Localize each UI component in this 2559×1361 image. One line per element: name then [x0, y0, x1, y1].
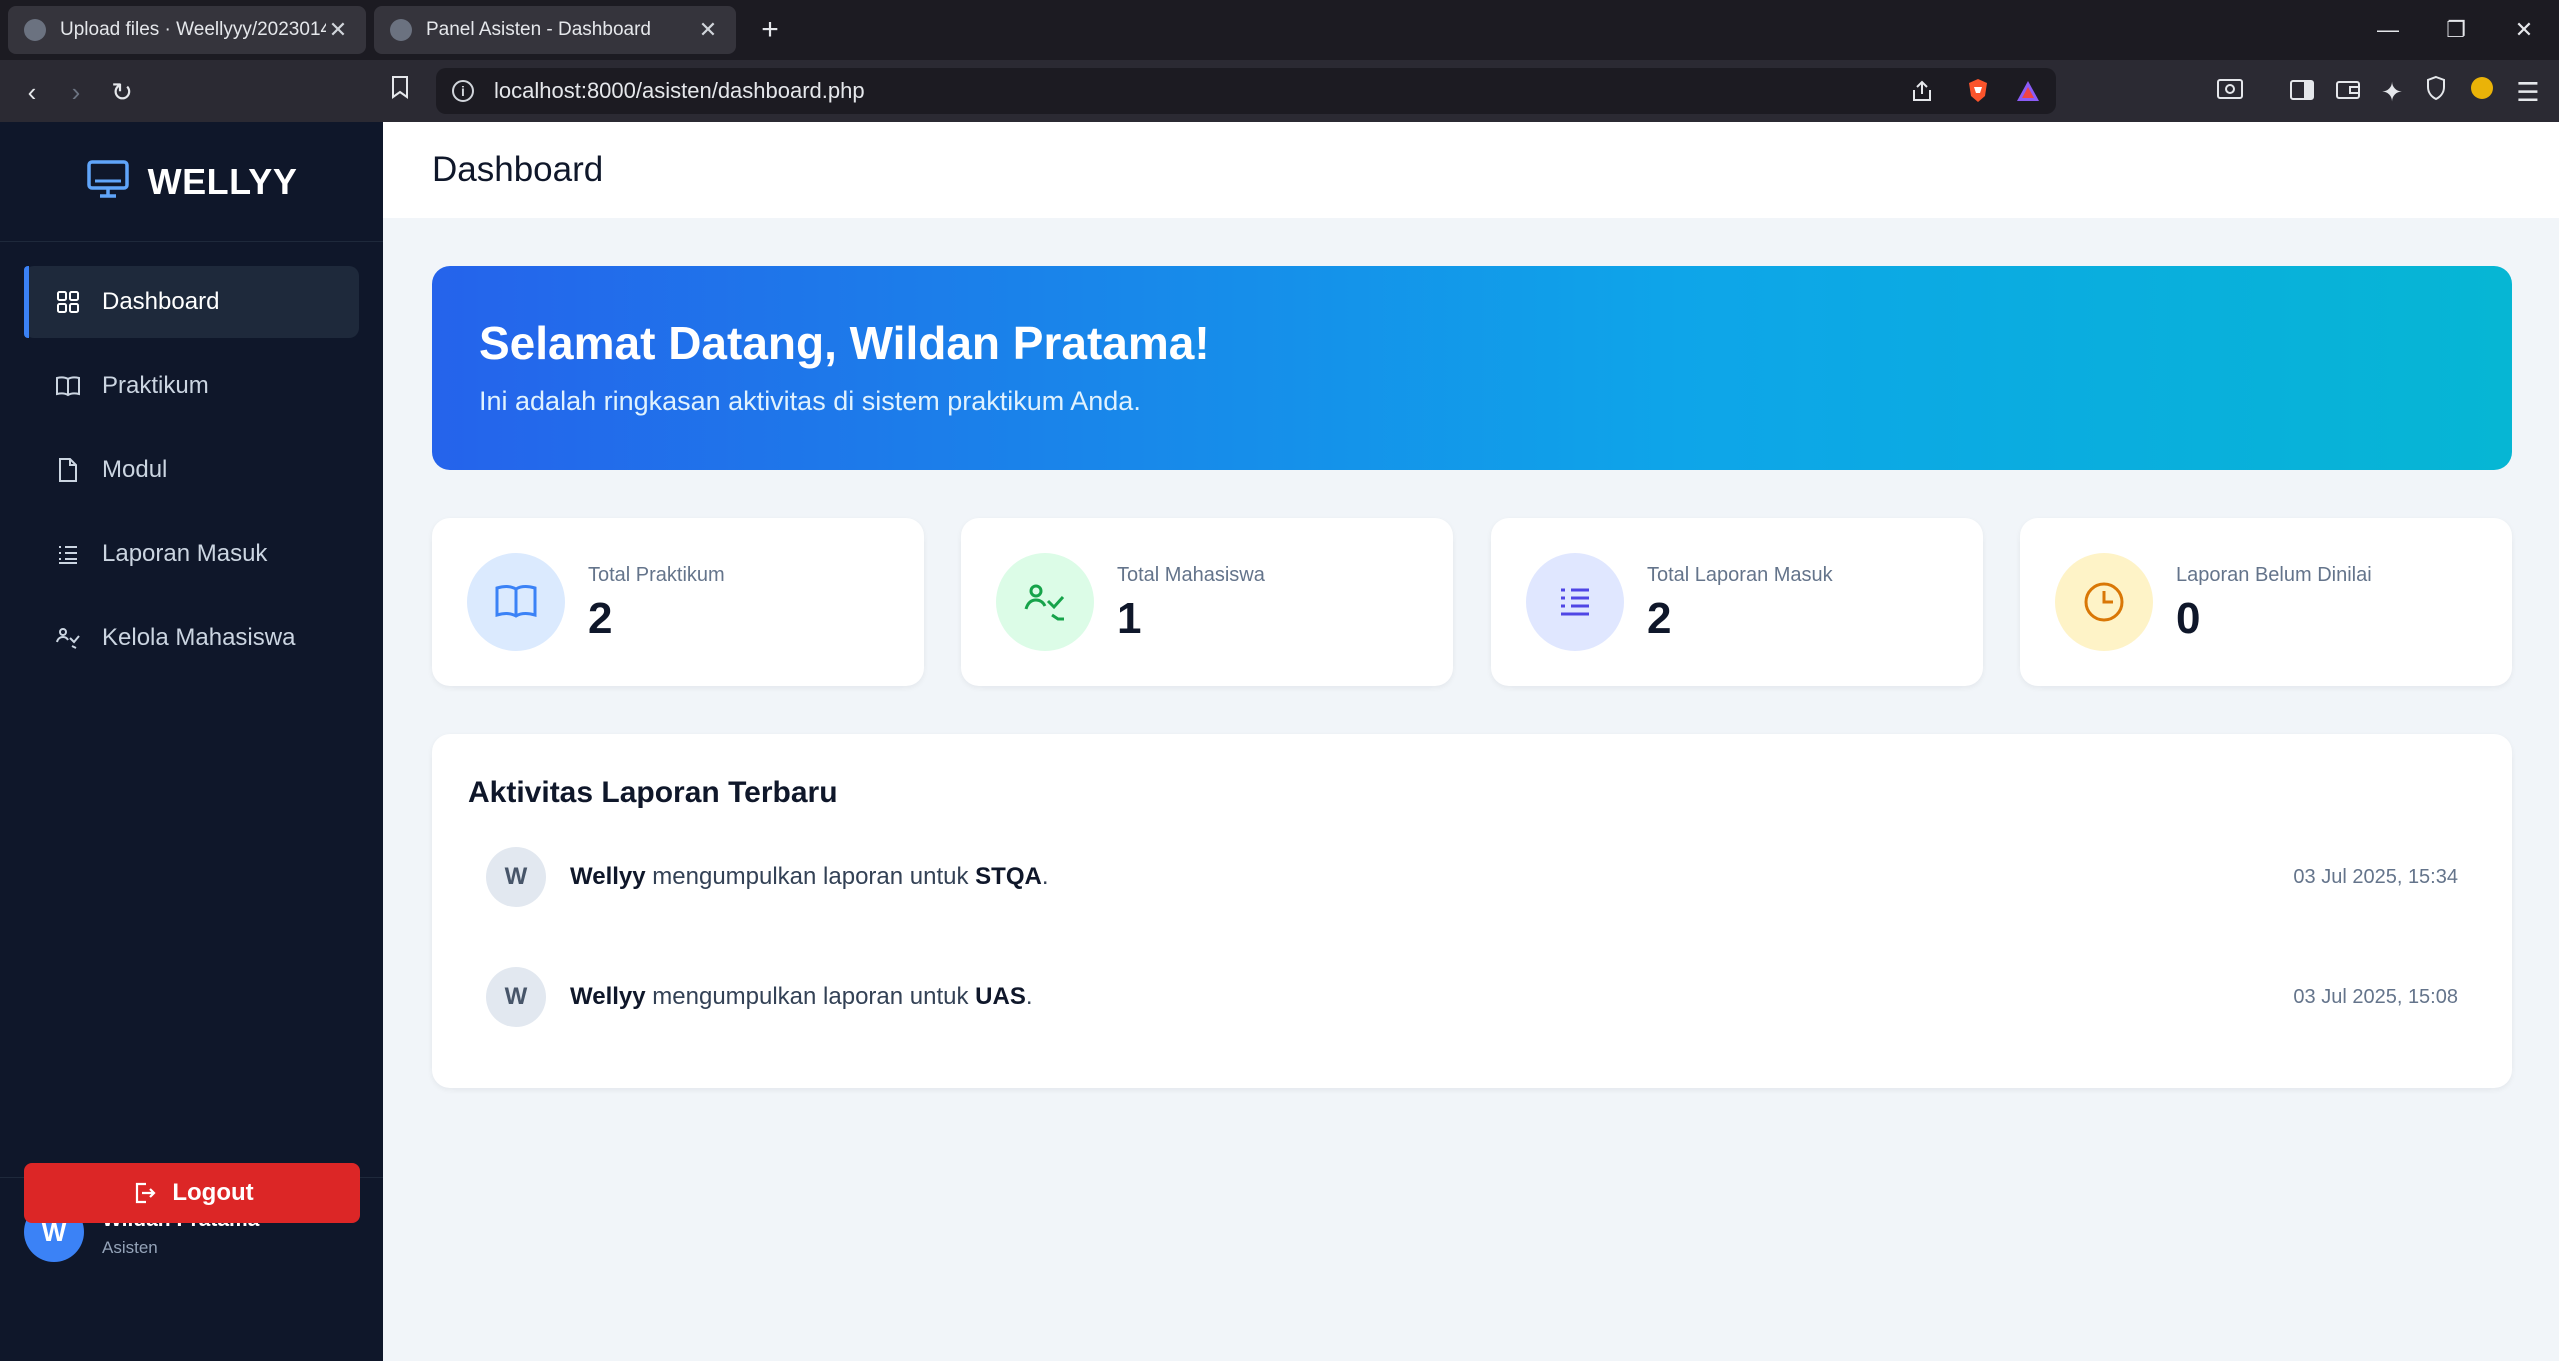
brand[interactable]: WELLYY — [0, 122, 383, 242]
book-icon — [54, 372, 82, 400]
file-icon — [54, 456, 82, 484]
new-tab-button[interactable]: + — [752, 12, 788, 48]
info-icon[interactable]: i — [452, 80, 474, 102]
list-icon — [1526, 553, 1624, 651]
sidebar-item-label: Praktikum — [102, 372, 209, 399]
user-role: Asisten — [102, 1238, 158, 1257]
stat-card-total-praktikum: Total Praktikum 2 — [432, 518, 924, 686]
page-title: Dashboard — [432, 150, 604, 189]
globe-icon — [390, 19, 412, 41]
menu-icon[interactable]: ☰ — [2510, 74, 2546, 110]
stat-value: 1 — [1117, 594, 1142, 643]
users-icon — [996, 553, 1094, 651]
activity-text: Wellyy mengumpulkan laporan untuk UAS. — [570, 983, 1033, 1010]
activity-time: 03 Jul 2025, 15:08 — [2293, 985, 2458, 1008]
stat-card-total-laporan-masuk: Total Laporan Masuk 2 — [1491, 518, 1983, 686]
profile-icon[interactable] — [2464, 74, 2500, 110]
welcome-subtitle: Ini adalah ringkasan aktivitas di sistem… — [479, 386, 1141, 416]
users-icon — [54, 624, 82, 652]
leo-ai-icon[interactable]: ✦ — [2374, 74, 2410, 110]
logout-button[interactable]: Logout — [24, 1163, 360, 1223]
welcome-title: Selamat Datang, Wildan Pratama! — [479, 317, 1210, 369]
sidebar-item-dashboard[interactable]: Dashboard — [24, 266, 359, 338]
sidebar-item-modul[interactable]: Modul — [24, 434, 359, 506]
browser-tab-bar: Upload files · Weellyyy/2023014 ✕ Panel … — [0, 0, 2559, 60]
stat-value: 2 — [1647, 594, 1672, 643]
minimize-icon[interactable]: — — [2368, 14, 2408, 46]
back-icon[interactable]: ‹ — [14, 74, 50, 110]
page-header: Dashboard — [383, 122, 2559, 218]
stat-label: Laporan Belum Dinilai — [2176, 564, 2372, 586]
close-icon[interactable]: ✕ — [326, 17, 350, 43]
logout-icon — [130, 1179, 158, 1207]
tab-title: Panel Asisten - Dashboard — [426, 19, 651, 40]
sidebar-item-label: Kelola Mahasiswa — [102, 624, 296, 651]
close-icon[interactable]: ✕ — [696, 17, 720, 43]
stat-card-laporan-belum-dinilai: Laporan Belum Dinilai 0 — [2020, 518, 2512, 686]
sidebar-item-label: Dashboard — [102, 288, 220, 315]
wallet-icon[interactable] — [2330, 74, 2366, 110]
stat-value: 0 — [2176, 594, 2201, 643]
share-icon[interactable] — [1906, 76, 1938, 106]
tab-title: Upload files · Weellyyy/2023014 — [60, 19, 326, 40]
sidebar-item-label: Laporan Masuk — [102, 540, 268, 567]
sidebar-item-label: Modul — [102, 456, 168, 483]
brave-shield-icon[interactable] — [1962, 76, 1994, 106]
monitor-icon — [86, 159, 130, 204]
avatar: W — [486, 847, 546, 907]
stat-label: Total Laporan Masuk — [1647, 564, 1833, 586]
sidebar-item-praktikum[interactable]: Praktikum — [24, 350, 359, 422]
forward-icon[interactable]: › — [58, 74, 94, 110]
sidebar-item-kelola-mahasiswa[interactable]: Kelola Mahasiswa — [24, 602, 359, 674]
url-text[interactable]: localhost:8000/asisten/dashboard.php — [494, 78, 865, 104]
reader-icon[interactable] — [2212, 74, 2248, 110]
stat-label: Total Praktikum — [588, 564, 725, 586]
logout-label: Logout — [172, 1179, 254, 1206]
clock-icon — [2055, 553, 2153, 651]
brave-rewards-icon[interactable] — [2012, 76, 2044, 106]
github-icon — [24, 19, 46, 41]
reload-icon[interactable]: ↻ — [104, 74, 140, 110]
sidebar-item-laporan-masuk[interactable]: Laporan Masuk — [24, 518, 359, 590]
stat-card-total-mahasiswa: Total Mahasiswa 1 — [961, 518, 1453, 686]
address-bar[interactable]: i localhost:8000/asisten/dashboard.php — [436, 68, 2056, 114]
welcome-banner: Selamat Datang, Wildan Pratama! Ini adal… — [432, 266, 2512, 470]
vpn-shield-icon[interactable] — [2418, 74, 2454, 110]
bookmark-icon[interactable] — [382, 74, 418, 110]
stat-value: 2 — [588, 594, 613, 643]
recent-activity-panel: Aktivitas Laporan Terbaru W Wellyy mengu… — [432, 734, 2512, 1088]
brand-name: WELLYY — [147, 160, 298, 202]
restore-icon[interactable]: ❐ — [2436, 14, 2476, 46]
stat-label: Total Mahasiswa — [1117, 564, 1265, 586]
grid-icon — [54, 288, 82, 316]
activity-title: Aktivitas Laporan Terbaru — [468, 776, 838, 809]
main-content: Dashboard Selamat Datang, Wildan Pratama… — [383, 122, 2559, 1361]
list-item[interactable]: W Wellyy mengumpulkan laporan untuk UAS.… — [486, 966, 2458, 1028]
browser-tab-dashboard[interactable]: Panel Asisten - Dashboard ✕ — [374, 6, 736, 54]
book-icon — [467, 553, 565, 651]
sidebar-nav: Dashboard Praktikum Modul Laporan Masuk … — [0, 242, 383, 674]
browser-tab-github[interactable]: Upload files · Weellyyy/2023014 ✕ — [8, 6, 366, 54]
list-item[interactable]: W Wellyy mengumpulkan laporan untuk STQA… — [486, 846, 2458, 908]
browser-toolbar: ‹ › ↻ i localhost:8000/asisten/dashboard… — [0, 60, 2559, 122]
list-icon — [54, 540, 82, 568]
activity-time: 03 Jul 2025, 15:34 — [2293, 865, 2458, 888]
activity-text: Wellyy mengumpulkan laporan untuk STQA. — [570, 863, 1049, 890]
avatar: W — [486, 967, 546, 1027]
sidebar-toggle-icon[interactable] — [2284, 74, 2320, 110]
close-window-icon[interactable]: ✕ — [2504, 14, 2544, 46]
